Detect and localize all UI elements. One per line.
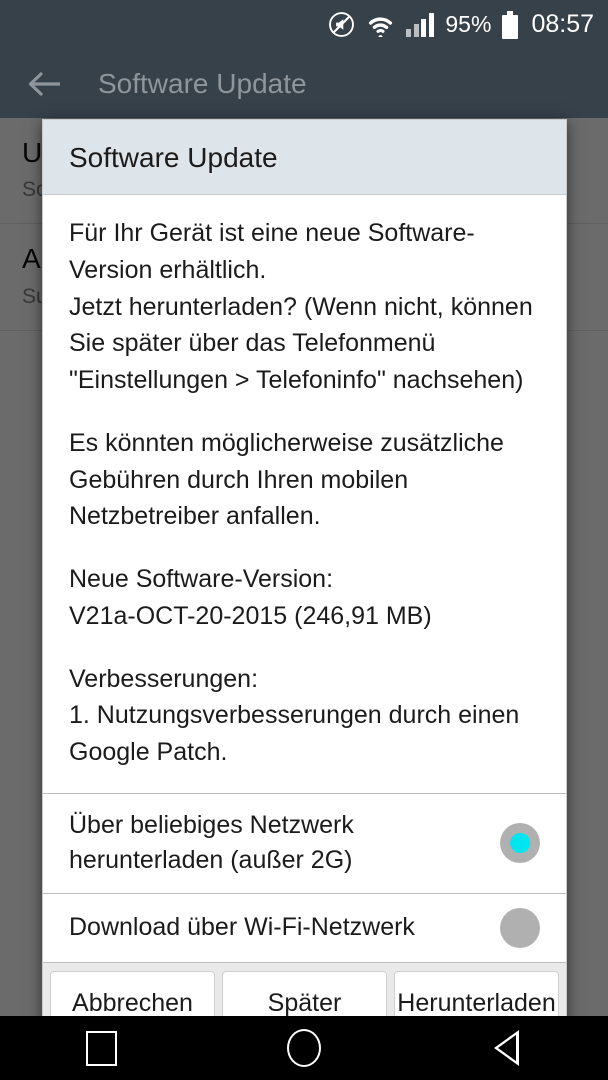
dialog-paragraph: Neue Software-Version: V21a-OCT-20-2015 … bbox=[69, 565, 432, 630]
recents-square-icon[interactable] bbox=[51, 1016, 151, 1080]
dialog-header: Software Update bbox=[43, 120, 566, 195]
dialog-paragraph: Verbesserungen: 1. Nutzungsverbesserunge… bbox=[69, 664, 520, 767]
dialog-paragraph: Für Ihr Gerät ist eine neue Software-Ver… bbox=[69, 219, 533, 394]
page-title: Software Update bbox=[98, 67, 307, 99]
status-bar: 95% 08:57 bbox=[0, 0, 608, 49]
option-any-network[interactable]: Über beliebiges Netzwerk herunterladen (… bbox=[43, 792, 566, 893]
signal-bars-icon bbox=[406, 12, 436, 37]
wifi-icon bbox=[366, 13, 395, 37]
option-wifi-only[interactable]: Download über Wi-Fi-Netzwerk bbox=[43, 892, 566, 962]
radio-button-any-network[interactable] bbox=[500, 823, 540, 864]
back-arrow-icon[interactable] bbox=[28, 71, 62, 97]
navigation-bar bbox=[0, 1016, 608, 1080]
option-label: Download über Wi-Fi-Netzwerk bbox=[69, 913, 415, 941]
dialog-title: Software Update bbox=[69, 142, 278, 173]
radio-button-wifi-only[interactable] bbox=[500, 907, 540, 948]
clock-label: 08:57 bbox=[531, 10, 594, 38]
software-update-dialog: Software Update Für Ihr Gerät ist eine n… bbox=[42, 119, 567, 1047]
battery-icon bbox=[502, 10, 519, 39]
option-label: Über beliebiges Netzwerk herunterladen (… bbox=[69, 810, 354, 875]
dialog-paragraph: Es könnten möglicherweise zusätzliche Ge… bbox=[69, 428, 504, 531]
download-options: Über beliebiges Netzwerk herunterladen (… bbox=[43, 792, 566, 962]
home-circle-icon[interactable] bbox=[254, 1016, 354, 1080]
phone-screen: Update Software Automatisch herunterlade… bbox=[0, 0, 608, 1080]
mute-icon bbox=[328, 11, 355, 38]
dialog-body: Für Ihr Gerät ist eine neue Software-Ver… bbox=[43, 195, 566, 793]
back-triangle-icon[interactable] bbox=[457, 1016, 557, 1080]
app-toolbar: Software Update bbox=[0, 49, 608, 118]
battery-percent-label: 95% bbox=[445, 11, 492, 37]
